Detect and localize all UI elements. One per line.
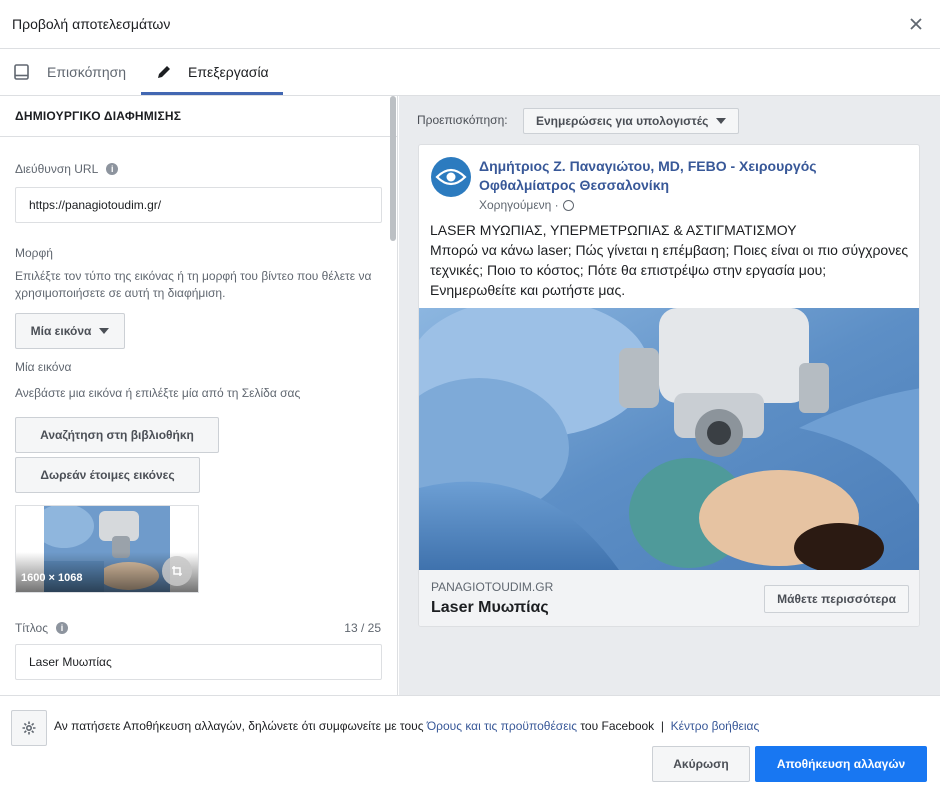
- format-help-text: Επιλέξτε τον τύπο της εικόνας ή τη μορφή…: [15, 269, 372, 300]
- image-dimensions: 1600 × 1068: [21, 572, 83, 584]
- close-icon[interactable]: [906, 14, 926, 34]
- single-image-label: Μία εικόνα: [15, 360, 72, 374]
- title-label-row: Τίτλος i: [15, 621, 69, 635]
- sponsored-label: Χορηγούμενη ·: [479, 198, 574, 212]
- sponsored-text: Χορηγούμενη ·: [479, 198, 559, 212]
- title-input[interactable]: Laser Μυωπίας: [15, 644, 382, 680]
- page-name-link[interactable]: Δημήτριος Ζ. Παναγιώτου, MD, FEBO - Χειρ…: [479, 157, 899, 195]
- format-dropdown[interactable]: Μία εικόνα: [15, 313, 125, 349]
- post-text-line: LASER ΜΥΩΠΙΑΣ, ΥΠΕΡΜΕΤΡΩΠΙΑΣ & ΑΣΤΙΓΜΑΤΙ…: [430, 222, 797, 238]
- active-tab-indicator: [141, 92, 283, 95]
- tab-edit[interactable]: Επεξεργασία: [156, 49, 269, 95]
- save-changes-button[interactable]: Αποθήκευση αλλαγών: [755, 746, 927, 782]
- section-title: ΔΗΜΙΟΥΡΓΙΚΟ ΔΙΑΦΗΜΙΣΗΣ: [0, 96, 397, 137]
- tab-overview[interactable]: Επισκόπηση: [14, 49, 126, 95]
- terms-prefix: Αν πατήσετε Αποθήκευση αλλαγών, δηλώνετε…: [54, 719, 424, 733]
- chevron-down-icon: [716, 118, 727, 124]
- cancel-button[interactable]: Ακύρωση: [652, 746, 750, 782]
- modal-header: Προβολή αποτελεσμάτων: [0, 0, 940, 49]
- title-label: Τίτλος: [15, 621, 49, 635]
- preview-panel: Προεπισκόπηση: Ενημερώσεις για υπολογιστ…: [399, 96, 940, 695]
- crop-icon[interactable]: [162, 556, 192, 586]
- tab-edit-label: Επεξεργασία: [188, 64, 269, 80]
- link-headline: Laser Μυωπίας: [431, 599, 549, 616]
- placement-dropdown-label: Ενημερώσεις για υπολογιστές: [536, 114, 709, 128]
- info-icon[interactable]: i: [56, 622, 69, 634]
- modal-title: Προβολή αποτελεσμάτων: [12, 16, 171, 32]
- placement-dropdown[interactable]: Ενημερώσεις για υπολογιστές: [523, 108, 740, 134]
- format-dropdown-label: Μία εικόνα: [30, 324, 92, 338]
- url-label-row: Διεύθυνση URL i: [15, 162, 119, 176]
- url-label: Διεύθυνση URL: [15, 162, 99, 176]
- free-images-button[interactable]: Δωρεάν έτοιμες εικόνες: [15, 457, 200, 493]
- pencil-icon: [156, 64, 180, 80]
- ad-preview-post: Δημήτριος Ζ. Παναγιώτου, MD, FEBO - Χειρ…: [418, 144, 920, 627]
- scrollbar[interactable]: [390, 96, 396, 241]
- help-center-link[interactable]: Κέντρο βοήθειας: [671, 719, 760, 733]
- post-text-body: Μπορώ να κάνω laser; Πώς γίνεται η επέμβ…: [430, 242, 909, 298]
- info-icon[interactable]: i: [106, 163, 119, 175]
- link-preview-footer[interactable]: PANAGIOTOUDIM.GR Laser Μυωπίας Μάθετε πε…: [419, 570, 919, 626]
- chevron-down-icon: [99, 328, 110, 334]
- title-char-counter: 13 / 25: [344, 621, 381, 635]
- page-avatar[interactable]: [431, 157, 471, 197]
- separator: |: [660, 719, 664, 733]
- image-thumbnail[interactable]: 1600 × 1068: [15, 505, 199, 593]
- url-input[interactable]: https://panagiotoudim.gr/: [15, 187, 382, 223]
- format-label: Μορφή: [15, 246, 53, 260]
- tab-bar: Επισκόπηση Επεξεργασία: [0, 49, 940, 96]
- learn-more-button[interactable]: Μάθετε περισσότερα: [764, 585, 909, 613]
- ad-image[interactable]: [419, 308, 919, 570]
- globe-icon: [562, 199, 574, 211]
- tab-overview-label: Επισκόπηση: [47, 64, 127, 80]
- preview-label: Προεπισκόπηση:: [417, 113, 508, 127]
- creative-editor-panel: ΔΗΜΙΟΥΡΓΙΚΟ ΔΙΑΦΗΜΙΣΗΣ Διεύθυνση URL i h…: [0, 96, 398, 695]
- terms-notice: Αν πατήσετε Αποθήκευση αλλαγών, δηλώνετε…: [54, 719, 759, 733]
- search-library-button[interactable]: Αναζήτηση στη βιβλιοθήκη: [15, 417, 219, 453]
- tablet-icon: [14, 64, 37, 80]
- terms-link[interactable]: Όρους και τις προϋποθέσεις: [427, 719, 577, 733]
- post-text: LASER ΜΥΩΠΙΑΣ, ΥΠΕΡΜΕΤΡΩΠΙΑΣ & ΑΣΤΙΓΜΑΤΙ…: [430, 220, 910, 300]
- link-domain: PANAGIOTOUDIM.GR: [431, 580, 554, 594]
- terms-suffix: του Facebook: [580, 719, 655, 733]
- modal-footer: Αν πατήσετε Αποθήκευση αλλαγών, δηλώνετε…: [0, 695, 940, 794]
- single-image-help: Ανεβάστε μια εικόνα ή επιλέξτε μία από τ…: [15, 386, 301, 400]
- gear-icon[interactable]: [11, 710, 47, 746]
